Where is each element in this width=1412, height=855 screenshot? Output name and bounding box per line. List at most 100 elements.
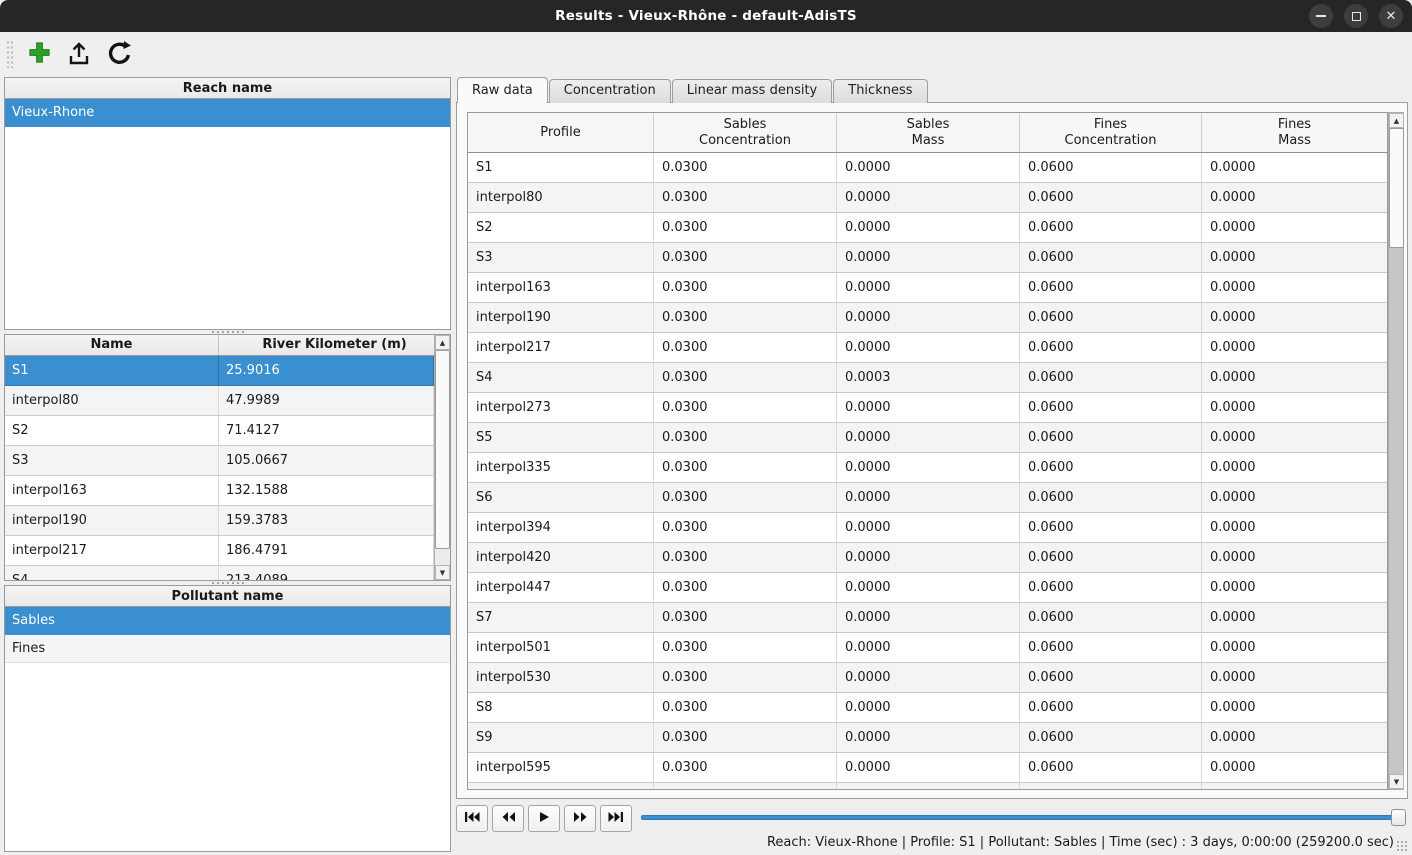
profile-row-s1[interactable]: S125.9016	[5, 356, 434, 386]
table-row-s8[interactable]: S80.03000.00000.06000.0000	[468, 693, 1387, 723]
cell-fines-concentration: 0.0600	[1020, 423, 1202, 453]
cell-fines-concentration: 0.0600	[1020, 573, 1202, 603]
cell-fines-mass: 0.0000	[1202, 183, 1387, 213]
cell-sables-concentration: 0.0300	[654, 363, 837, 393]
toolbar-drag-handle[interactable]	[6, 40, 13, 68]
column-header-sables-mass[interactable]: Sables Mass	[837, 113, 1020, 152]
table-row-interpol501[interactable]: interpol5010.03000.00000.06000.0000	[468, 633, 1387, 663]
tab-concentration[interactable]: Concentration	[549, 79, 671, 103]
scrollbar-thumb[interactable]	[435, 350, 450, 549]
cell-profile: interpol420	[468, 543, 654, 573]
table-row-s4[interactable]: S40.03000.00030.06000.0000	[468, 363, 1387, 393]
rewind-button[interactable]	[492, 805, 524, 832]
column-header-profile[interactable]: Profile	[468, 113, 654, 152]
fast-forward-icon	[573, 811, 588, 826]
profile-row-s4[interactable]: S4213.4089	[5, 566, 434, 580]
cell-sables-concentration: 0.0300	[654, 753, 837, 783]
cell-profile: interpol190	[468, 303, 654, 333]
column-header-fines-mass[interactable]: Fines Mass	[1202, 113, 1387, 152]
table-row-interpol190[interactable]: interpol1900.03000.00000.06000.0000	[468, 303, 1387, 333]
raw-data-table: ProfileSables ConcentrationSables MassFi…	[467, 112, 1404, 790]
table-row-s6[interactable]: S60.03000.00000.06000.0000	[468, 483, 1387, 513]
table-row-interpol335[interactable]: interpol3350.03000.00000.06000.0000	[468, 453, 1387, 483]
profile-row-s2[interactable]: S271.4127	[5, 416, 434, 446]
cell-name: interpol80	[5, 386, 219, 416]
pollutant-item-fines[interactable]: Fines	[5, 635, 450, 663]
cell-fines-concentration: 0.0600	[1020, 633, 1202, 663]
export-button[interactable]	[63, 37, 95, 71]
skip-start-button[interactable]	[456, 805, 488, 832]
cell-sables-mass: 0.0000	[837, 213, 1020, 243]
cell-profile: S6	[468, 483, 654, 513]
slider-groove[interactable]	[641, 815, 1406, 820]
scrollbar-thumb[interactable]	[1389, 128, 1404, 248]
time-slider[interactable]	[641, 808, 1406, 828]
cell-sables-concentration: 0.0300	[654, 183, 837, 213]
cell-fines-mass: 0.0000	[1202, 363, 1387, 393]
table-row-s2[interactable]: S20.03000.00000.06000.0000	[468, 213, 1387, 243]
fast-forward-button[interactable]	[564, 805, 596, 832]
pollutant-list-panel: Pollutant name SablesFines	[4, 585, 451, 852]
table-row-s7[interactable]: S70.03000.00000.06000.0000	[468, 603, 1387, 633]
table-row-s1[interactable]: S10.03000.00000.06000.0000	[468, 153, 1387, 183]
window-controls: ✕	[1309, 4, 1403, 28]
table-row-interpol80[interactable]: interpol800.03000.00000.06000.0000	[468, 183, 1387, 213]
cell-sables-concentration: 0.0300	[654, 633, 837, 663]
cell-fines-concentration: 0.0600	[1020, 513, 1202, 543]
profile-row-interpol190[interactable]: interpol190159.3783	[5, 506, 434, 536]
table-row-interpol394[interactable]: interpol3940.03000.00000.06000.0000	[468, 513, 1387, 543]
table-row-interpol163[interactable]: interpol1630.03000.00000.06000.0000	[468, 273, 1387, 303]
data-table-scrollbar[interactable]: ▲ ▼	[1388, 112, 1404, 790]
cell-fines-mass: 0.0000	[1202, 483, 1387, 513]
slider-handle[interactable]	[1391, 809, 1406, 826]
profile-row-interpol217[interactable]: interpol217186.4791	[5, 536, 434, 566]
cell-fines-mass: 0.0000	[1202, 633, 1387, 663]
pollutant-item-sables[interactable]: Sables	[5, 607, 450, 635]
maximize-button[interactable]	[1344, 4, 1368, 28]
table-row-interpol530[interactable]: interpol5300.03000.00000.06000.0000	[468, 663, 1387, 693]
cell-sables-mass: 0.0000	[837, 183, 1020, 213]
table-row-s10[interactable]: S100.03000.00000.06000.0000	[468, 783, 1387, 790]
table-row-interpol217[interactable]: interpol2170.03000.00000.06000.0000	[468, 333, 1387, 363]
app-window: Results - Vieux-Rhône - default-AdisTS ✕…	[0, 0, 1412, 855]
add-button[interactable]	[23, 37, 55, 71]
profile-table-scrollbar[interactable]: ▲ ▼	[434, 335, 450, 580]
profile-row-interpol163[interactable]: interpol163132.1588	[5, 476, 434, 506]
column-header-name[interactable]: Name	[5, 335, 219, 355]
title-bar[interactable]: Results - Vieux-Rhône - default-AdisTS ✕	[0, 0, 1412, 32]
table-row-interpol595[interactable]: interpol5950.03000.00000.06000.0000	[468, 753, 1387, 783]
table-row-interpol447[interactable]: interpol4470.03000.00000.06000.0000	[468, 573, 1387, 603]
table-row-interpol420[interactable]: interpol4200.03000.00000.06000.0000	[468, 543, 1387, 573]
table-row-interpol273[interactable]: interpol2730.03000.00000.06000.0000	[468, 393, 1387, 423]
scrollbar-up-button[interactable]: ▲	[1389, 113, 1404, 128]
cell-sables-mass: 0.0000	[837, 273, 1020, 303]
data-table-body: S10.03000.00000.06000.0000interpol800.03…	[468, 153, 1387, 790]
refresh-button[interactable]	[103, 37, 135, 71]
table-row-s9[interactable]: S90.03000.00000.06000.0000	[468, 723, 1387, 753]
scrollbar-down-button[interactable]: ▼	[1389, 774, 1404, 789]
column-header-sables-concentration[interactable]: Sables Concentration	[654, 113, 837, 152]
tab-raw-data[interactable]: Raw data	[457, 77, 548, 103]
rewind-icon	[501, 811, 516, 826]
column-header-fines-concentration[interactable]: Fines Concentration	[1020, 113, 1202, 152]
cell-sables-mass: 0.0000	[837, 303, 1020, 333]
scrollbar-down-button[interactable]: ▼	[435, 565, 450, 580]
tab-thickness[interactable]: Thickness	[833, 79, 927, 103]
close-button[interactable]: ✕	[1379, 4, 1403, 28]
skip-end-button[interactable]	[600, 805, 632, 832]
column-header-river-kilometer-m-[interactable]: River Kilometer (m)	[219, 335, 450, 355]
table-row-s5[interactable]: S50.03000.00000.06000.0000	[468, 423, 1387, 453]
minimize-button[interactable]	[1309, 4, 1333, 28]
cell-sables-mass: 0.0000	[837, 483, 1020, 513]
table-row-s3[interactable]: S30.03000.00000.06000.0000	[468, 243, 1387, 273]
play-button[interactable]	[528, 805, 560, 832]
export-icon	[67, 40, 91, 69]
tab-linear-mass-density[interactable]: Linear mass density	[672, 79, 833, 103]
scrollbar-up-button[interactable]: ▲	[435, 335, 450, 350]
resize-grip-icon[interactable]	[1396, 840, 1407, 851]
reach-item-vieux-rhone[interactable]: Vieux-Rhone	[5, 99, 450, 127]
data-table-header: ProfileSables ConcentrationSables MassFi…	[468, 113, 1387, 153]
profile-row-interpol80[interactable]: interpol8047.9989	[5, 386, 434, 416]
profile-row-s3[interactable]: S3105.0667	[5, 446, 434, 476]
cell-profile: S8	[468, 693, 654, 723]
